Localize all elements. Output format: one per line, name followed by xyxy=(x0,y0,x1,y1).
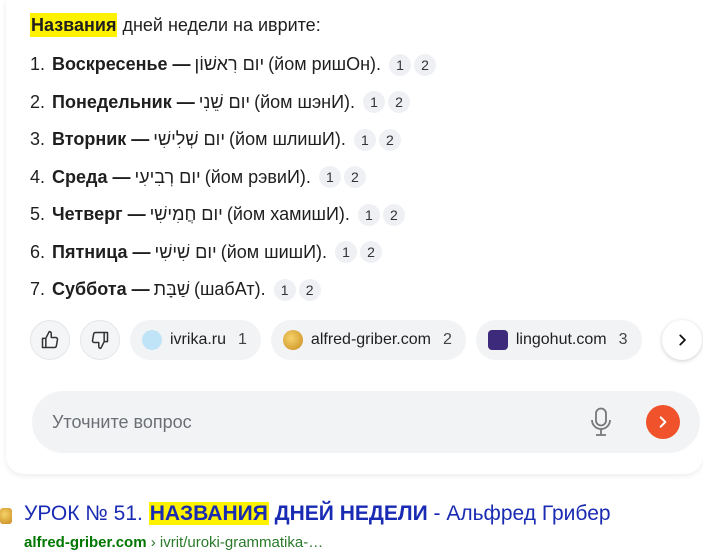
reference-group: 1 2 xyxy=(335,241,383,264)
reference-badge[interactable]: 1 xyxy=(389,53,412,76)
source-chip-lingohut[interactable]: lingohut.com 3 xyxy=(475,320,642,360)
lingohut-favicon xyxy=(487,330,508,350)
reference-group: 1 2 xyxy=(363,91,411,114)
reference-badge[interactable]: 2 xyxy=(343,166,366,189)
sources-row: ivrika.ru 1 alfred-griber.com 2 lingohut… xyxy=(30,320,703,360)
reference-group: 1 2 xyxy=(273,278,321,301)
send-button[interactable] xyxy=(646,405,680,439)
reference-badge[interactable]: 2 xyxy=(388,91,411,114)
dislike-button[interactable] xyxy=(80,320,120,360)
day-russian: Вторник — xyxy=(52,129,150,150)
day-transcription: (йом рэвиИ). xyxy=(204,166,311,187)
reference-badge[interactable]: 2 xyxy=(382,203,405,226)
result-title-highlight: НАЗВАНИЯ xyxy=(148,502,269,525)
alfred-griber-favicon xyxy=(0,508,12,524)
reference-badge[interactable]: 1 xyxy=(357,203,380,226)
day-hebrew: יום שִׁישִׁי xyxy=(154,241,217,262)
item-number: 7. xyxy=(30,279,46,300)
source-count: 3 xyxy=(618,331,628,348)
heading-colon: : xyxy=(315,15,321,35)
list-item: 6. Пятница — יום שִׁישִׁי (йом шишИ). 1 … xyxy=(30,234,436,272)
day-russian: Суббота — xyxy=(52,279,150,300)
refine-question-bar xyxy=(32,391,700,453)
thumbs-down-icon xyxy=(91,331,109,350)
alfred-griber-favicon xyxy=(282,330,303,350)
day-transcription: (йом шишИ). xyxy=(220,241,328,262)
day-russian: Воскресенье — xyxy=(52,54,191,75)
source-count: 1 xyxy=(238,331,247,348)
list-item: 1. Воскресенье — יום רִאשׁוֹן (йом ришОн… xyxy=(30,46,437,84)
like-button[interactable] xyxy=(30,320,70,360)
heading-highlight: Названия xyxy=(30,13,118,37)
day-hebrew: יום חֲמִישִׁי xyxy=(149,204,223,225)
day-hebrew: יום רְבִיעִי xyxy=(134,166,201,187)
source-name: alfred-griber.com xyxy=(310,331,431,348)
refine-question-input[interactable] xyxy=(52,411,586,433)
day-hebrew: שַׁבָּת xyxy=(153,279,190,300)
day-transcription: (йом ришОн). xyxy=(268,54,382,75)
arrow-right-icon xyxy=(659,416,667,428)
answer-card: Названия дней недели на иврите: 1. Воскр… xyxy=(6,0,703,474)
reference-badge[interactable]: 2 xyxy=(360,241,383,264)
answer-heading: Названия дней недели на иврите: xyxy=(30,10,321,40)
chevron-right-icon xyxy=(679,334,686,346)
result-domain: alfred-griber.com xyxy=(24,534,147,551)
list-item: 3. Вторник — יום שְׁלִישִׁי (йом шлишИ).… xyxy=(30,121,436,159)
thumbs-up-icon xyxy=(41,330,59,349)
source-chip-alfred-griber[interactable]: alfred-griber.com 2 xyxy=(270,320,466,360)
day-transcription: (шабАт). xyxy=(193,279,266,300)
microphone-icon xyxy=(591,407,611,436)
list-item: 4. Среда — יום רְבִיעִי (йом рэвиИ). 1 2 xyxy=(30,159,436,197)
source-name: ivrika.ru xyxy=(170,331,227,348)
day-russian: Среда — xyxy=(52,166,131,187)
reference-badge[interactable]: 2 xyxy=(414,53,437,76)
reference-badge[interactable]: 1 xyxy=(335,241,358,264)
item-number: 3. xyxy=(30,129,46,150)
day-transcription: (йом шэнИ). xyxy=(254,91,356,112)
result-title-prefix: УРОК № 51. xyxy=(24,502,149,525)
list-item: 7. Суббота — שַׁבָּת (шабАт). 1 2 xyxy=(30,271,436,309)
day-hebrew: יום שְׁלִישִׁי xyxy=(153,129,226,150)
reference-group: 1 2 xyxy=(389,53,437,76)
source-chip-ivrika[interactable]: ivrika.ru 1 xyxy=(130,320,261,360)
day-transcription: (йом хамишИ). xyxy=(226,204,350,225)
reference-badge[interactable]: 1 xyxy=(318,166,341,189)
result-path: › ivrit/uroki-grammatika-… xyxy=(146,534,324,551)
reference-badge[interactable]: 1 xyxy=(273,278,296,301)
item-number: 6. xyxy=(30,241,46,262)
day-hebrew: יום רִאשׁוֹן xyxy=(194,54,265,75)
result-title-suffix: - Альфред Грибер xyxy=(427,502,611,525)
day-transcription: (йом шлишИ). xyxy=(229,129,346,150)
item-number: 5. xyxy=(30,204,46,225)
reference-badge[interactable]: 2 xyxy=(378,128,401,151)
result-title-link[interactable]: УРОК № 51. НАЗВАНИЯ ДНЕЙ НЕДЕЛИ - Альфре… xyxy=(24,502,611,526)
sources-next-button[interactable] xyxy=(662,320,702,360)
result-title-caps: ДНЕЙ НЕДЕЛИ xyxy=(268,502,428,525)
source-count: 2 xyxy=(442,331,452,348)
item-number: 1. xyxy=(30,54,46,75)
ivrika-favicon xyxy=(142,330,162,350)
reference-group: 1 2 xyxy=(357,203,405,226)
list-item: 2. Понедельник — יום שֵׁנִי (йом шэнИ). … xyxy=(30,84,436,122)
result-url[interactable]: alfred-griber.com › ivrit/uroki-grammati… xyxy=(24,534,323,551)
item-number: 4. xyxy=(30,166,46,187)
reference-badge[interactable]: 2 xyxy=(298,278,321,301)
days-list: 1. Воскресенье — יום רִאשׁוֹן (йом ришОн… xyxy=(30,46,437,309)
day-russian: Пятница — xyxy=(52,241,151,262)
item-number: 2. xyxy=(30,91,46,112)
reference-badge[interactable]: 1 xyxy=(363,91,386,114)
reference-group: 1 2 xyxy=(318,166,366,189)
reference-group: 1 2 xyxy=(353,128,401,151)
list-item: 5. Четверг — יום חֲמִישִׁי (йом хамишИ).… xyxy=(30,196,436,234)
day-hebrew: יום שֵׁנִי xyxy=(198,91,251,112)
day-russian: Четверг — xyxy=(52,204,146,225)
microphone-button[interactable] xyxy=(586,405,616,439)
heading-text: дней недели на иврите xyxy=(117,15,316,35)
reference-badge[interactable]: 1 xyxy=(353,128,376,151)
source-name: lingohut.com xyxy=(515,331,607,348)
day-russian: Понедельник — xyxy=(52,91,195,112)
